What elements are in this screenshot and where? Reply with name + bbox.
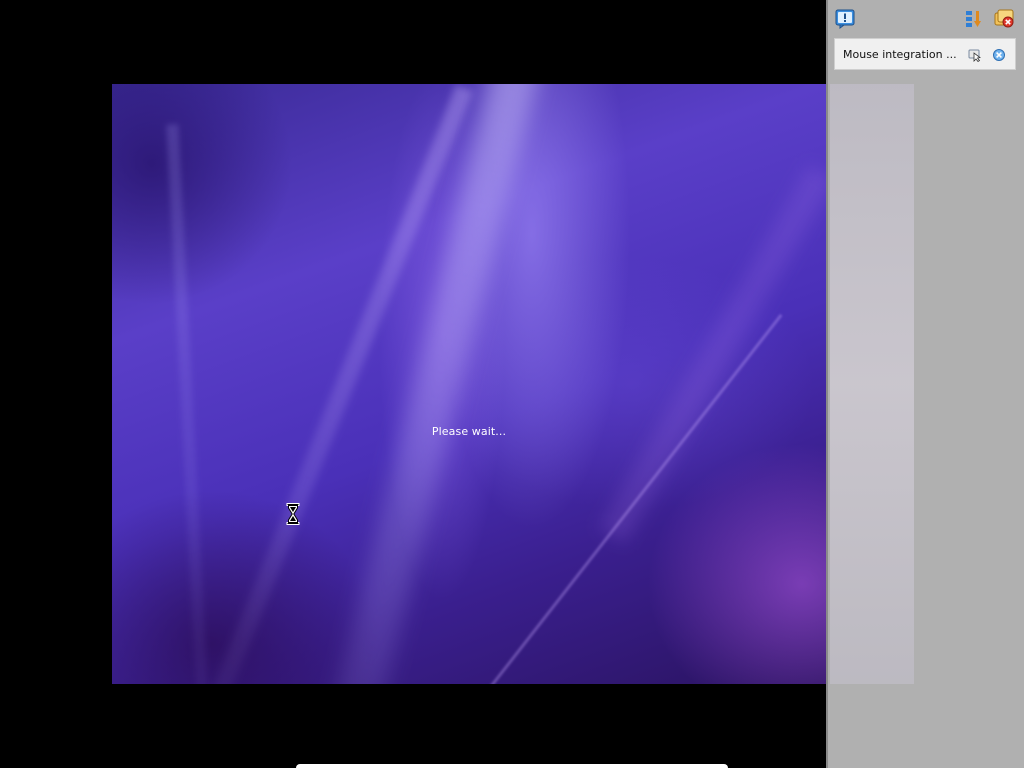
close-icon[interactable] <box>992 48 1006 62</box>
notification-item[interactable]: Mouse integration ... <box>834 38 1016 70</box>
mini-toolbar-edge[interactable] <box>296 764 728 768</box>
wallpaper-streak <box>328 84 542 684</box>
wallpaper-streak <box>166 124 210 684</box>
guest-display[interactable]: Please wait... <box>112 84 826 684</box>
sort-order-icon[interactable] <box>964 9 984 29</box>
wallpaper-streak <box>599 164 826 544</box>
help-pointer-icon[interactable] <box>968 48 982 62</box>
panel-shadow <box>830 84 914 684</box>
wallpaper-streak <box>484 313 783 684</box>
notification-center: Mouse integration ... <box>826 0 1024 768</box>
virtualbox-window: Please wait... Mouse integration ... <box>0 0 1024 768</box>
info-bubble-icon[interactable] <box>835 9 855 29</box>
notification-message: Mouse integration ... <box>843 48 957 61</box>
close-all-notifications-icon[interactable] <box>994 9 1014 29</box>
notification-toolbar <box>828 0 1024 36</box>
hourglass-busy-icon <box>286 503 300 525</box>
please-wait-message: Please wait... <box>431 425 507 438</box>
wallpaper-streak <box>209 84 473 684</box>
